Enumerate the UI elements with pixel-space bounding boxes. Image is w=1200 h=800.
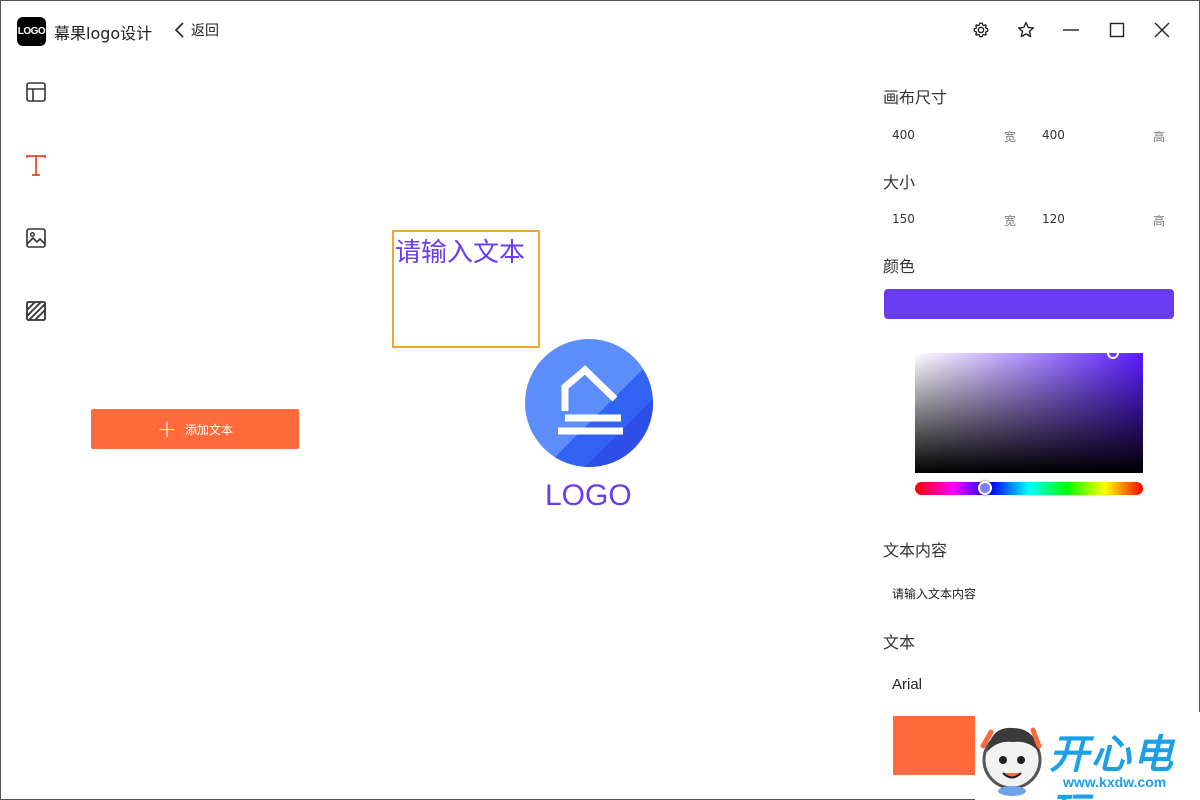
hatch-icon [26,301,46,321]
maximize-button[interactable] [1105,18,1129,42]
canvas-width-unit: 宽 [1004,130,1017,144]
app-logo-text: LOGO [17,26,46,37]
close-button[interactable] [1150,18,1174,42]
close-icon [1154,22,1170,38]
selected-text-box[interactable]: 请输入文本 [392,230,540,348]
text-content-heading: 文本内容 [883,541,948,560]
gear-icon [973,22,989,38]
app-title: 幕果logo设计 [54,24,153,43]
mascot-icon [980,727,1042,796]
favorite-button[interactable] [1014,18,1038,42]
back-button[interactable]: 返回 [173,19,219,41]
canvas-text[interactable]: 请输入文本 [395,232,525,269]
add-text-label: 添加文本 [185,422,234,437]
logo-circle[interactable] [525,339,653,467]
size-width-input[interactable]: 150 [892,212,915,226]
color-heading: 颜色 [883,257,916,276]
font-select[interactable]: Arial [884,671,1174,699]
app-logo: LOGO [17,17,46,46]
color-swatch[interactable] [884,289,1174,319]
title-bar: LOGO 幕果logo设计 返回 [1,1,1199,59]
minimize-button[interactable] [1059,18,1083,42]
text-icon [26,155,46,176]
size-heading: 大小 [883,173,916,192]
canvas-size-heading: 画布尺寸 [883,88,948,107]
rail-item-template[interactable] [21,77,51,107]
watermark-url: www.kxdw.com [1063,774,1167,790]
canvas-width-input[interactable]: 400 [892,128,915,142]
chevron-left-icon [174,22,184,38]
rail-item-image[interactable] [21,223,51,253]
star-icon [1017,21,1035,38]
plus-icon: + [156,415,178,443]
image-icon [26,228,46,248]
text-content-input[interactable]: 请输入文本内容 [884,579,1174,607]
rail-item-text[interactable] [21,150,51,180]
watermark: 开心电玩 www.kxdw.com [975,712,1200,800]
size-height-input[interactable]: 120 [1042,212,1065,226]
apply-button[interactable] [893,716,975,775]
minimize-icon [1063,29,1079,31]
app-window: LOGO 幕果logo设计 返回 + 添加文本 请输入文本 LOGO 画布尺寸 … [0,0,1200,800]
color-picker-area[interactable] [915,353,1143,473]
layout-icon [26,82,46,102]
size-height-unit: 高 [1153,214,1166,228]
hue-slider[interactable] [915,481,1143,495]
size-width-unit: 宽 [1004,214,1017,228]
canvas-height-input[interactable]: 400 [1042,128,1065,142]
canvas-height-unit: 高 [1153,130,1166,144]
rail-item-background[interactable] [21,296,51,326]
hue-slider-handle[interactable] [978,481,992,495]
font-heading: 文本 [883,633,916,652]
add-text-button[interactable]: + 添加文本 [91,409,299,449]
back-label: 返回 [191,23,219,39]
settings-button[interactable] [969,18,993,42]
logo-text[interactable]: LOGO [545,479,632,513]
picker-black-layer [915,353,1143,473]
maximize-icon [1109,22,1125,38]
